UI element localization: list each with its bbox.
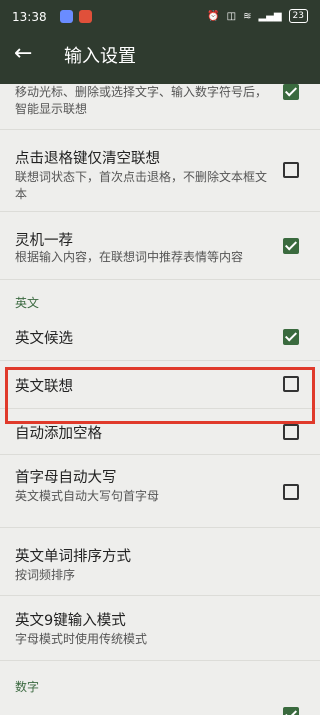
status-time: 13:38 [12, 10, 47, 24]
setting-desc: 字母模式时使用传统模式 [15, 632, 148, 646]
setting-row-backspace-clear[interactable]: 点击退格键仅清空联想 联想词状态下，首次点击退格，不删除文本框文本 [0, 129, 320, 212]
setting-row-auto-space[interactable]: 自动添加空格 [0, 408, 320, 455]
setting-desc: 英文模式自动大写句首字母 [15, 489, 160, 503]
setting-row-nine-key[interactable]: 英文9键输入模式 字母模式时使用传统模式 [0, 595, 320, 661]
battery-icon: 23 [288, 9, 308, 23]
setting-row-english-candidate[interactable]: 英文候选 [0, 314, 320, 361]
setting-desc: 移动光标、删除或选择文字、输入数字符号后，智能显示联想 [15, 85, 268, 116]
checkbox-english-assoc[interactable] [283, 376, 299, 392]
checkbox-partial-next[interactable] [283, 707, 299, 715]
checkbox-auto-cap[interactable] [283, 484, 299, 500]
signal-icon: ▂▄▆ [258, 10, 282, 22]
setting-desc: 根据输入内容，在联想词中推荐表情等内容 [15, 250, 244, 264]
settings-list: 移动光标、删除或选择文字、输入数字符号后，智能显示联想 点击退格键仅清空联想 联… [0, 84, 320, 715]
setting-row-lingji[interactable]: 灵机一荐 根据输入内容，在联想词中推荐表情等内容 [0, 211, 320, 280]
section-header-number: 数字 [15, 680, 40, 694]
setting-row-word-sort[interactable]: 英文单词排序方式 按词频排序 [0, 527, 320, 596]
setting-label: 点击退格键仅清空联想 [15, 151, 160, 167]
checkbox-auto-space[interactable] [283, 424, 299, 440]
setting-row-english-assoc[interactable]: 英文联想 [0, 360, 320, 409]
system-icons: ⏰ ◫ ≋ ▂▄▆ 23 [207, 9, 308, 23]
alarm-icon: ⏰ [207, 10, 220, 22]
setting-label: 灵机一荐 [15, 233, 73, 249]
setting-label: 自动添加空格 [15, 426, 102, 442]
back-arrow-icon[interactable]: ← [14, 43, 36, 65]
checkbox-english-candidate[interactable] [283, 329, 299, 345]
setting-desc: 联想词状态下，首次点击退格，不删除文本框文本 [15, 170, 268, 201]
setting-label: 英文联想 [15, 379, 73, 395]
setting-row-auto-cap[interactable]: 首字母自动大写 英文模式自动大写句首字母 [0, 454, 320, 528]
wifi-icon: ≋ [243, 10, 252, 22]
setting-label: 英文候选 [15, 331, 73, 347]
setting-label: 首字母自动大写 [15, 470, 117, 486]
status-bar: 13:38 ⏰ ◫ ≋ ▂▄▆ 23 [0, 0, 320, 36]
page-title: 输入设置 [64, 46, 136, 67]
app-notification-icon [79, 10, 92, 23]
section-header-english: 英文 [15, 296, 40, 310]
notification-icons [60, 10, 92, 23]
top-bar: 13:38 ⏰ ◫ ≋ ▂▄▆ 23 ← 输入设置 [0, 0, 320, 84]
setting-label: 英文9键输入模式 [15, 613, 126, 629]
setting-label: 英文单词排序方式 [15, 549, 131, 565]
checkbox-smart-assoc[interactable] [283, 84, 299, 100]
setting-desc: 按词频排序 [15, 568, 76, 582]
checkbox-lingji[interactable] [283, 238, 299, 254]
app-notification-icon [60, 10, 73, 23]
nfc-icon: ◫ [226, 10, 237, 22]
setting-row-smart-assoc[interactable]: 移动光标、删除或选择文字、输入数字符号后，智能显示联想 [0, 84, 320, 130]
checkbox-backspace-clear[interactable] [283, 162, 299, 178]
